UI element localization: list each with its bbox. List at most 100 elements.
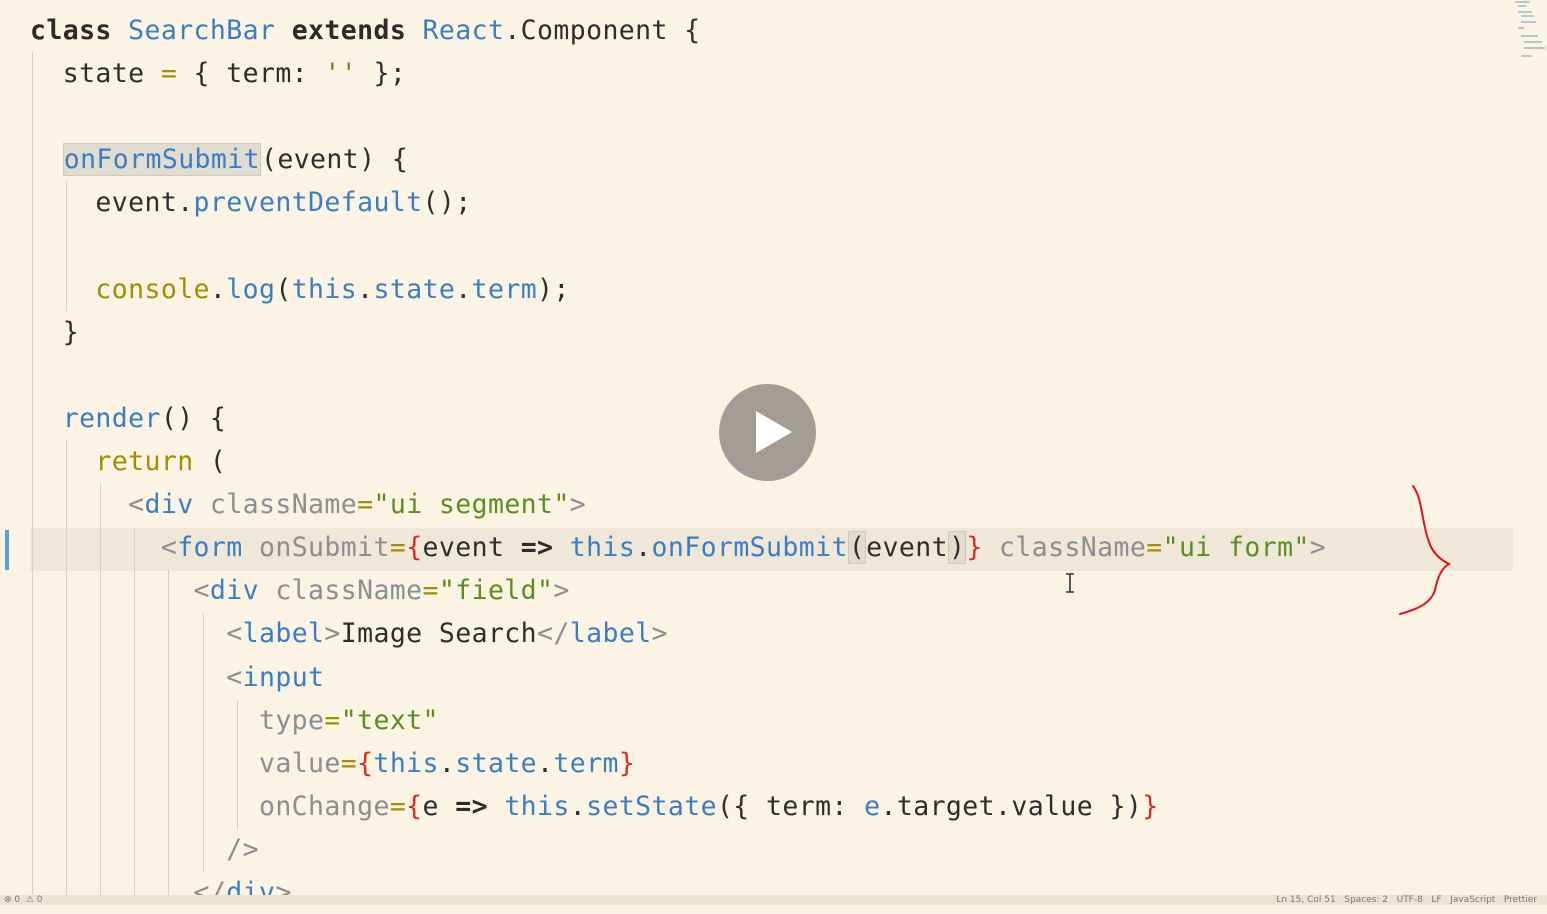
code-token: "ui segment" [373,489,570,521]
code-token: > [553,575,570,607]
code-token: ({ term: [716,790,865,822]
code-line[interactable]: </div> [30,871,292,914]
code-token: Image Search [340,618,538,650]
code-token: state [30,58,161,90]
code-token: value [258,747,341,779]
code-token: event [422,532,521,564]
minimap[interactable] [1512,0,1547,62]
code-token: e [422,790,456,822]
code-token: = [357,489,374,521]
code-token: . [569,790,587,822]
code-line[interactable]: render() { [30,397,226,440]
code-token: onSubmit [258,532,390,564]
code-token: > [1309,532,1327,564]
modified-line-marker [5,530,9,570]
code-token: return [95,446,194,477]
code-token: = [389,532,407,564]
code-line[interactable]: event.preventDefault(); [30,181,472,224]
code-line[interactable]: console.log(this.state.term); [30,268,570,311]
code-line[interactable]: onFormSubmit(event) { [30,138,408,181]
code-token: ( [193,446,227,477]
play-button[interactable] [719,384,816,481]
code-token: { [406,532,423,564]
code-token: event. [30,187,194,219]
code-token: .target.value }) [880,790,1143,822]
code-line[interactable]: <form onSubmit={event => this.onFormSubm… [30,526,1326,569]
code-token: ( [847,531,867,565]
problems-indicator[interactable]: ⊗ 0 ⚠ 0 [4,895,43,905]
code-token: SearchBar [128,15,292,46]
code-token: this [504,790,570,822]
code-line[interactable]: } [30,311,79,354]
editor-status-info[interactable]: Ln 15, Col 51 Spaces: 2 UTF-8 LF JavaScr… [1276,895,1537,905]
code-token: '' [324,58,358,90]
code-token: this [569,532,636,564]
code-token: className [999,532,1147,564]
code-token: { [406,790,423,822]
code-token: () { [160,402,227,434]
code-token: => [520,532,554,564]
code-token: } [618,747,636,779]
code-token: (); [422,187,472,219]
code-token: div [144,489,210,521]
code-token: className [275,575,423,607]
code-token: < [160,532,178,564]
code-token: state [373,273,456,305]
code-token: . [438,747,456,779]
code-line[interactable]: type="text" [30,699,439,742]
code-token: term [553,747,619,779]
code-line[interactable]: return ( [30,440,226,483]
code-token: < [226,661,243,693]
code-line[interactable]: <div className="field"> [30,569,570,612]
code-token: /> [226,833,259,865]
code-token: setState [586,790,717,822]
code-token: { [357,747,374,779]
code-token: label [242,618,325,650]
code-editor[interactable]: class SearchBar extends React.Component … [0,0,1547,908]
code-token: . [455,273,472,305]
code-token: this [373,747,439,779]
code-token: ( [275,273,292,305]
code-token: input [242,661,325,693]
code-line[interactable]: onChange={e => this.setState({ term: e.t… [30,785,1159,828]
code-line[interactable]: <label>Image Search</label> [30,612,668,655]
red-brace-annotation [1399,485,1452,615]
code-line[interactable]: <div className="ui segment"> [30,483,586,526]
code-token: (event) { [260,144,409,176]
code-token: > [324,618,341,650]
code-line[interactable]: /> [30,828,259,871]
code-token: preventDefault [193,187,423,219]
status-bar: ⊗ 0 ⚠ 0 Ln 15, Col 51 Spaces: 2 UTF-8 LF… [0,895,1547,905]
code-line[interactable]: state = { term: '' }; [30,52,406,95]
code-token: onFormSubmit [62,143,261,177]
code-token: = [324,704,341,736]
code-token: . [357,273,374,305]
code-token: this [291,273,358,305]
code-token: onFormSubmit [651,532,848,564]
code-token: > [651,618,668,650]
code-line[interactable]: <input [30,656,324,699]
code-token: . [537,747,554,779]
code-token: render [62,402,161,434]
code-token: className [209,489,358,521]
code-line[interactable]: value={this.state.term} [30,742,635,785]
code-token: < [226,618,243,650]
code-token: = [389,790,407,822]
code-token: . [635,532,652,564]
code-line[interactable]: class SearchBar extends React.Component … [30,9,701,52]
code-token: < [193,575,210,607]
code-token: { term: [177,58,325,90]
code-token: extends [291,15,423,46]
code-token: form [177,532,259,564]
code-token: > [569,489,587,521]
